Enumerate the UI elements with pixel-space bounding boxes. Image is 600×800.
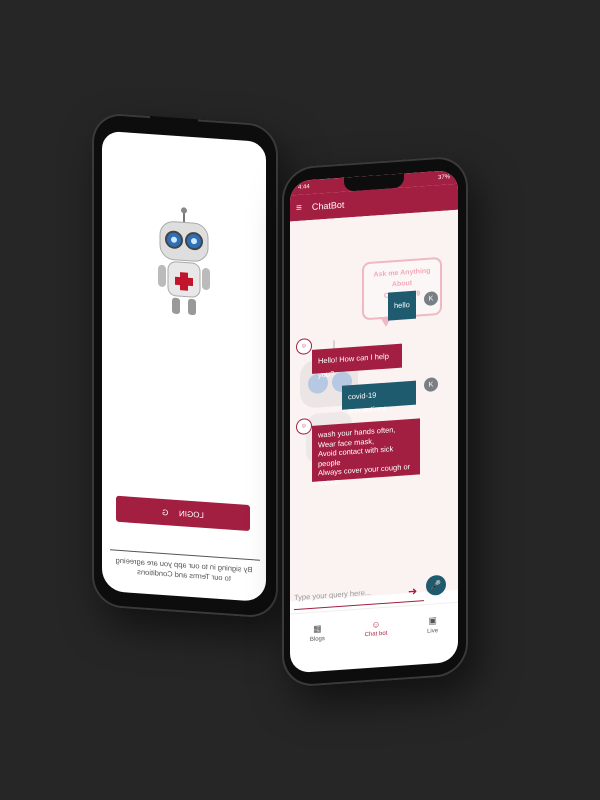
message-bot-precautions: wash your hands often, Wear face mask, A… — [312, 418, 420, 487]
bottom-navigation: ▦ Blogs ☺ Chat bot ▣ Live — [290, 601, 458, 655]
send-arrow-icon[interactable]: ➜ — [408, 585, 417, 599]
live-icon: ▣ — [428, 614, 437, 626]
app-title: ChatBot — [311, 199, 345, 212]
chat-area[interactable]: Ask me Anything About COVID - 19 hello K… — [290, 209, 458, 602]
login-label: LOGIN — [178, 508, 204, 520]
message-bot-greeting: Hello! How can I help you? — [312, 343, 402, 379]
nav-item-blogs[interactable]: ▦ Blogs — [310, 623, 325, 643]
phone-notch — [150, 116, 198, 134]
robot-mascot-icon — [158, 207, 210, 316]
terms-text[interactable]: By signing in to our app you are agreein… — [114, 556, 254, 586]
chat-phone: 4:44 37% ≡ ChatBot Ask me Anything About… — [282, 154, 468, 689]
microphone-icon: 🎤 — [430, 579, 442, 591]
microphone-button[interactable]: 🎤 — [426, 574, 446, 596]
login-phone: G LOGIN By signing in to our app you are… — [92, 112, 278, 620]
status-battery: 37% — [437, 174, 450, 182]
chat-screen: 4:44 37% ≡ ChatBot Ask me Anything About… — [290, 169, 458, 674]
nav-item-live[interactable]: ▣ Live — [427, 615, 438, 635]
nav-item-chatbot[interactable]: ☺ Chat bot — [365, 619, 388, 638]
chatbot-icon: ☺ — [371, 619, 381, 630]
hamburger-menu-icon[interactable]: ≡ — [296, 202, 302, 213]
google-icon: G — [162, 507, 169, 517]
blog-icon: ▦ — [313, 622, 322, 634]
message-user-precautions: covid-19 precautions — [342, 380, 416, 415]
login-screen: G LOGIN By signing in to our app you are… — [102, 130, 266, 603]
message-user-hello: hello — [388, 290, 416, 321]
login-button[interactable]: G LOGIN — [116, 495, 250, 532]
user-avatar: K — [424, 377, 438, 393]
status-time: 4:44 — [298, 184, 310, 191]
